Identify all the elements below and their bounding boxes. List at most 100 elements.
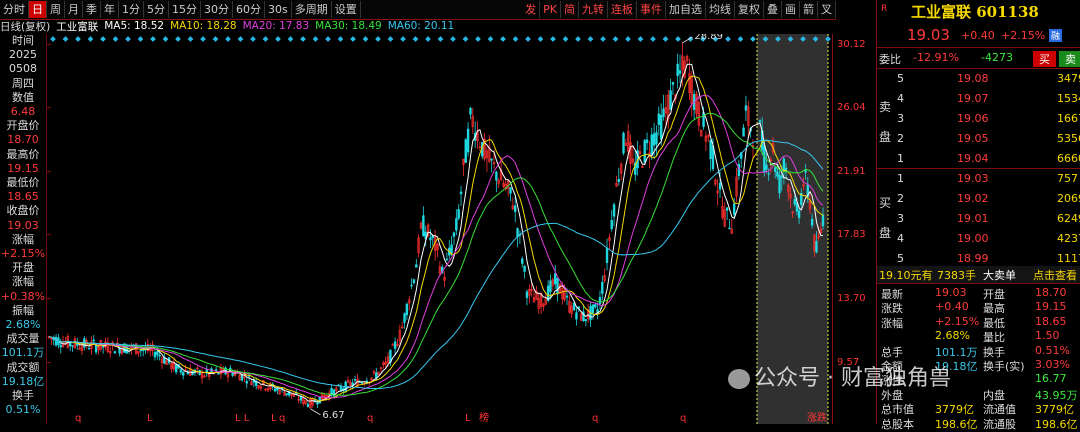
period-tab-10[interactable]: 60分 [233, 1, 265, 18]
bid-level: 1 [897, 172, 904, 185]
candle-body [591, 304, 595, 314]
view-link[interactable]: 点击查看 [1033, 267, 1077, 283]
period-tab-4[interactable]: 季 [83, 1, 101, 18]
chart-mode-label: 日线(复权) [0, 20, 51, 33]
tool-button-11[interactable]: 箭 [800, 1, 818, 18]
event-marker [737, 36, 744, 42]
bid-level: 2 [897, 192, 904, 205]
candle-body [575, 312, 578, 320]
candle-body [153, 352, 157, 358]
ask-level: 3 [897, 112, 904, 125]
candle-body [469, 107, 472, 115]
candle-body [182, 371, 185, 376]
ma-item-4: MA60: 20.11 [387, 20, 455, 32]
candle-body [804, 170, 807, 173]
event-marker [625, 36, 631, 42]
tool-button-12[interactable]: 叉 [818, 1, 836, 18]
price-tick-label: 17.83 [837, 228, 866, 240]
event-marker [425, 36, 431, 42]
ma-item-2: MA20: 17.83 [242, 20, 310, 32]
tool-button-6[interactable]: 加自选 [666, 1, 706, 18]
bottom-marker: L [465, 413, 471, 424]
period-tab-5[interactable]: 年 [101, 1, 119, 18]
bid-price: 19.01 [957, 212, 989, 225]
sell-button[interactable]: 卖 [1059, 51, 1080, 67]
candle-body [174, 364, 178, 373]
info-row: +2.15% [0, 247, 46, 261]
period-tab-1[interactable]: 日 [29, 1, 47, 18]
candle-body [330, 388, 333, 395]
info-row: 成交量 [6, 332, 40, 346]
candle-body [509, 187, 512, 194]
period-tab-2[interactable]: 周 [47, 1, 65, 18]
candle-body [655, 132, 658, 145]
info-row: 开盘 [12, 261, 34, 275]
event-marker [312, 36, 319, 42]
candle-body [276, 388, 279, 391]
bid-volume: 2069 [1057, 192, 1080, 205]
panel-row: 总股本 198.6亿 流通股 198.6亿 [877, 415, 1080, 431]
big-order-type: 大卖单 [983, 269, 1016, 282]
tool-button-10[interactable]: 画 [782, 1, 800, 18]
info-row: +0.38% [0, 289, 46, 303]
margin-badge: 融 [1049, 29, 1063, 42]
bottom-marker: q [680, 413, 686, 424]
candle-body [774, 167, 777, 172]
event-marker [400, 36, 406, 42]
tool-button-5[interactable]: 事件 [637, 1, 666, 18]
candle-body [403, 313, 406, 323]
candle-body [732, 203, 736, 215]
period-tab-13[interactable]: 设置 [332, 1, 361, 18]
event-marker [350, 36, 356, 42]
candle-body [513, 205, 517, 212]
bottom-marker: q [279, 413, 285, 424]
event-marker [262, 36, 269, 42]
tool-button-8[interactable]: 复权 [735, 1, 764, 18]
period-tab-7[interactable]: 5分 [144, 1, 169, 18]
info-row: 涨幅 [12, 232, 34, 246]
info-row: 0508 [9, 62, 37, 76]
period-tab-11[interactable]: 30s [265, 1, 292, 18]
bottom-marker: 涨跌 [807, 411, 827, 424]
info-row: 周四 [12, 76, 34, 90]
ask-volume: 5356 [1057, 132, 1080, 145]
event-marker [337, 36, 344, 42]
period-tab-9[interactable]: 30分 [201, 1, 233, 18]
divider [877, 47, 1080, 48]
event-marker [187, 36, 194, 42]
tool-button-3[interactable]: 九转 [579, 1, 608, 18]
panel-row: 19.10元有 7383手 大卖单 点击查看 [877, 266, 1080, 283]
ask-volume: 1667 [1057, 112, 1080, 125]
period-tab-12[interactable]: 多周期 [292, 1, 332, 18]
candle-body [598, 296, 602, 305]
ask-volume: 1534 [1057, 92, 1080, 105]
price-tick-label: 21.91 [837, 165, 866, 177]
panel-row: 委比 -12.91% -4273 买卖 [877, 50, 1080, 67]
panel-row: 3 19.06 1667 [877, 111, 1080, 128]
event-marker [137, 36, 144, 42]
tool-button-2[interactable]: 简 [561, 1, 579, 18]
kline-chart[interactable]: 28.896.67q L L L Lq q L 榜 q q 涨跌 [47, 34, 832, 424]
candle-body [422, 215, 425, 237]
candle-body [445, 258, 449, 261]
period-tab-6[interactable]: 1分 [119, 1, 144, 18]
divider [877, 168, 1080, 169]
tool-button-0[interactable]: 发 [522, 1, 541, 18]
period-tab-0[interactable]: 分时 [0, 1, 29, 18]
panel-row: R 工业富联 601138 [877, 3, 1080, 21]
candle-body [405, 303, 409, 316]
candle-body [59, 344, 62, 348]
tool-button-9[interactable]: 叠 [764, 1, 782, 18]
tool-button-4[interactable]: 连板 [608, 1, 637, 18]
period-tab-8[interactable]: 15分 [169, 1, 201, 18]
period-tab-3[interactable]: 月 [65, 1, 83, 18]
candle-body [214, 369, 218, 371]
tool-button-7[interactable]: 均线 [706, 1, 735, 18]
candle-body [179, 369, 183, 373]
event-marker [725, 36, 731, 42]
tool-button-1[interactable]: PK [540, 1, 561, 18]
candle-body [594, 304, 597, 308]
candle-body [572, 302, 576, 311]
buy-button[interactable]: 买 [1033, 51, 1056, 67]
divider [877, 283, 1080, 284]
